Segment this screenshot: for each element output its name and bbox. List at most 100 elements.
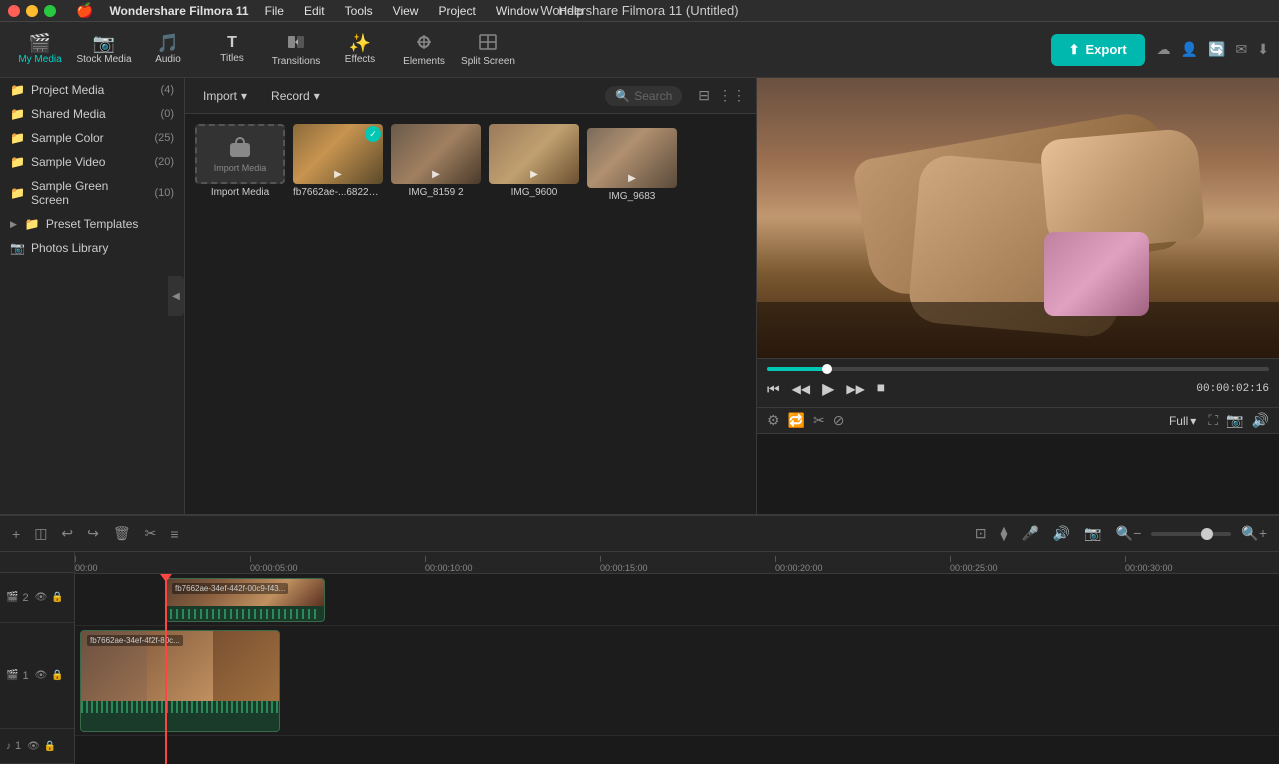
camera-icon[interactable]: 📷 bbox=[1080, 523, 1105, 544]
sidebar-item-preset-templates[interactable]: ▶ 📁 Preset Templates bbox=[0, 212, 184, 236]
settings-icon[interactable]: ⚙ bbox=[767, 412, 780, 429]
play-button[interactable]: ▶ bbox=[822, 379, 834, 399]
record-dropdown[interactable]: Record ▾ bbox=[263, 86, 328, 106]
expand-arrow-icon: ▶ bbox=[10, 219, 17, 230]
playback-options: ⚙ 🔁 ✂ ⊘ Full ▾ ⛶ 📷 🔊 bbox=[757, 408, 1279, 434]
message-icon[interactable]: ✉ bbox=[1236, 41, 1248, 58]
crop-icon[interactable]: ✂ bbox=[813, 412, 825, 429]
progress-fill bbox=[767, 367, 827, 371]
more-icon[interactable]: ≡ bbox=[166, 524, 182, 544]
clip-label-v1: fb7662ae-34ef-4f2f-80c... bbox=[87, 635, 183, 646]
progress-thumb[interactable] bbox=[822, 364, 832, 374]
timeline-clip-v1[interactable]: fb7662ae-34ef-4f2f-80c... bbox=[80, 630, 280, 732]
loop-icon[interactable]: 🔁 bbox=[788, 412, 805, 429]
media-thumb-clip1[interactable]: ✓ ▶ bbox=[293, 124, 383, 184]
marker-icon[interactable]: ⧫ bbox=[997, 523, 1012, 544]
quality-selector[interactable]: Full ▾ bbox=[1169, 414, 1196, 428]
timeline-clip-v2[interactable]: fb7662ae-34ef-442f-00c9-f43... bbox=[165, 578, 325, 622]
sidebar-collapse-button[interactable]: ◀ bbox=[168, 276, 184, 316]
volume-icon[interactable]: 🔊 bbox=[1252, 412, 1269, 429]
tab-elements[interactable]: Elements bbox=[394, 26, 454, 74]
stop-button[interactable]: ⏹ bbox=[877, 380, 885, 398]
menu-file[interactable]: File bbox=[261, 4, 288, 18]
track-number-v2: 2 bbox=[22, 592, 28, 604]
media-thumb-clip4[interactable]: ▶ bbox=[587, 128, 677, 188]
zoom-out-icon[interactable]: 🔍− bbox=[1112, 523, 1146, 544]
search-icon: 🔍 bbox=[615, 89, 630, 103]
timeline: + ◫ ↩ ↪ 🗑 ✂ ≡ ⊡ ⧫ 🎤 🔊 📷 🔍− 🔍+ 🎬 2 bbox=[0, 514, 1279, 764]
grid-icon[interactable]: ⋮⋮ bbox=[718, 87, 746, 104]
sidebar-item-shared-media[interactable]: 📁 Shared Media (0) bbox=[0, 102, 184, 126]
menu-edit[interactable]: Edit bbox=[300, 4, 329, 18]
track-number-v1: 1 bbox=[22, 670, 28, 682]
frame-forward-button[interactable]: ▶▶ bbox=[846, 382, 864, 396]
sidebar-item-project-media[interactable]: 📁 Project Media (4) bbox=[0, 78, 184, 102]
filter-icon[interactable]: ⊟ bbox=[698, 87, 710, 104]
split-icon[interactable]: ⊘ bbox=[833, 412, 845, 429]
import-dropdown[interactable]: Import ▾ bbox=[195, 86, 255, 106]
ruler-mark-0: 00:00 bbox=[75, 552, 98, 573]
menu-window[interactable]: Window bbox=[492, 4, 543, 18]
eye-icon[interactable]: 👁 bbox=[35, 592, 48, 603]
tab-my-media[interactable]: 🎬 My Media bbox=[10, 26, 70, 74]
apple-menu[interactable]: 🍎 bbox=[76, 2, 93, 19]
media-item-clip1[interactable]: ✓ ▶ fb7662ae-...6822c2a8 bbox=[293, 124, 383, 504]
menu-project[interactable]: Project bbox=[434, 4, 479, 18]
media-item-clip4[interactable]: ▶ IMG_9683 bbox=[587, 128, 677, 504]
sidebar-item-photos-library[interactable]: 📷 Photos Library bbox=[0, 236, 184, 260]
zoom-in-icon[interactable]: 🔍+ bbox=[1237, 523, 1271, 544]
close-button[interactable] bbox=[8, 5, 20, 17]
import-placeholder[interactable]: Import Media bbox=[195, 124, 285, 184]
fullscreen-icon[interactable]: ⛶ bbox=[1208, 412, 1218, 429]
tab-titles[interactable]: T Titles bbox=[202, 26, 262, 74]
voiceover-icon[interactable]: 🎤 bbox=[1017, 523, 1042, 544]
progress-bar[interactable] bbox=[767, 367, 1269, 371]
add-track-icon[interactable]: + bbox=[8, 524, 24, 544]
lock-icon[interactable]: 🔒 bbox=[51, 592, 63, 603]
lock-icon[interactable]: 🔒 bbox=[51, 670, 63, 681]
sidebar-item-sample-green[interactable]: 📁 Sample Green Screen (10) bbox=[0, 174, 184, 212]
search-box[interactable]: 🔍 Search bbox=[605, 86, 682, 106]
tab-split-screen[interactable]: Split Screen bbox=[458, 26, 518, 74]
lock-icon[interactable]: 🔒 bbox=[44, 741, 56, 752]
media-thumb-clip3[interactable]: ▶ bbox=[489, 124, 579, 184]
group-icon[interactable]: ◫ bbox=[30, 523, 51, 544]
maximize-button[interactable] bbox=[44, 5, 56, 17]
cut-icon[interactable]: ✂ bbox=[141, 523, 161, 544]
tab-stock-media[interactable]: 📷 Stock Media bbox=[74, 26, 134, 74]
tab-audio[interactable]: 🎵 Audio bbox=[138, 26, 198, 74]
minimize-button[interactable] bbox=[26, 5, 38, 17]
frame-back-button[interactable]: ◀◀ bbox=[792, 382, 810, 396]
delete-icon[interactable]: 🗑 bbox=[109, 523, 135, 544]
menu-tools[interactable]: Tools bbox=[341, 4, 377, 18]
download-icon[interactable]: ⬇ bbox=[1257, 41, 1269, 58]
eye-icon[interactable]: 👁 bbox=[27, 741, 40, 752]
track-row-v2: fb7662ae-34ef-442f-00c9-f43... bbox=[75, 574, 1279, 626]
redo-icon[interactable]: ↪ bbox=[83, 523, 103, 544]
zoom-slider[interactable] bbox=[1151, 532, 1231, 536]
tab-transitions[interactable]: Transitions bbox=[266, 26, 326, 74]
undo-icon[interactable]: ↩ bbox=[57, 523, 77, 544]
chevron-down-icon: ▾ bbox=[1190, 414, 1196, 428]
export-button[interactable]: ⬆ Export bbox=[1051, 34, 1145, 66]
media-item-clip3[interactable]: ▶ IMG_9600 bbox=[489, 124, 579, 504]
step-back-button[interactable]: ⏮ bbox=[767, 381, 780, 398]
media-thumb-clip2[interactable]: ▶ bbox=[391, 124, 481, 184]
folder-icon: 📁 bbox=[10, 107, 25, 121]
eye-icon[interactable]: 👁 bbox=[35, 670, 48, 681]
window-title: Wondershare Filmora 11 (Untitled) bbox=[540, 3, 738, 18]
sidebar-item-sample-video[interactable]: 📁 Sample Video (20) bbox=[0, 150, 184, 174]
ruler-mark-25: 00:00:25:00 bbox=[950, 552, 998, 573]
menu-view[interactable]: View bbox=[389, 4, 423, 18]
screenshot-icon[interactable]: 📷 bbox=[1226, 412, 1243, 429]
import-media-item[interactable]: Import Media Import Media bbox=[195, 124, 285, 504]
cloud-icon[interactable]: ☁ bbox=[1157, 41, 1171, 58]
refresh-icon[interactable]: 🔄 bbox=[1208, 41, 1225, 58]
audio-icon[interactable]: 🔊 bbox=[1049, 523, 1074, 544]
snap-icon[interactable]: ⊡ bbox=[971, 523, 991, 544]
sidebar-item-sample-color[interactable]: 📁 Sample Color (25) bbox=[0, 126, 184, 150]
tab-effects[interactable]: ✨ Effects bbox=[330, 26, 390, 74]
media-toolbar: Import ▾ Record ▾ 🔍 Search ⊟ ⋮⋮ bbox=[185, 78, 756, 114]
media-item-clip2[interactable]: ▶ IMG_8159 2 bbox=[391, 124, 481, 504]
person-icon[interactable]: 👤 bbox=[1181, 41, 1198, 58]
